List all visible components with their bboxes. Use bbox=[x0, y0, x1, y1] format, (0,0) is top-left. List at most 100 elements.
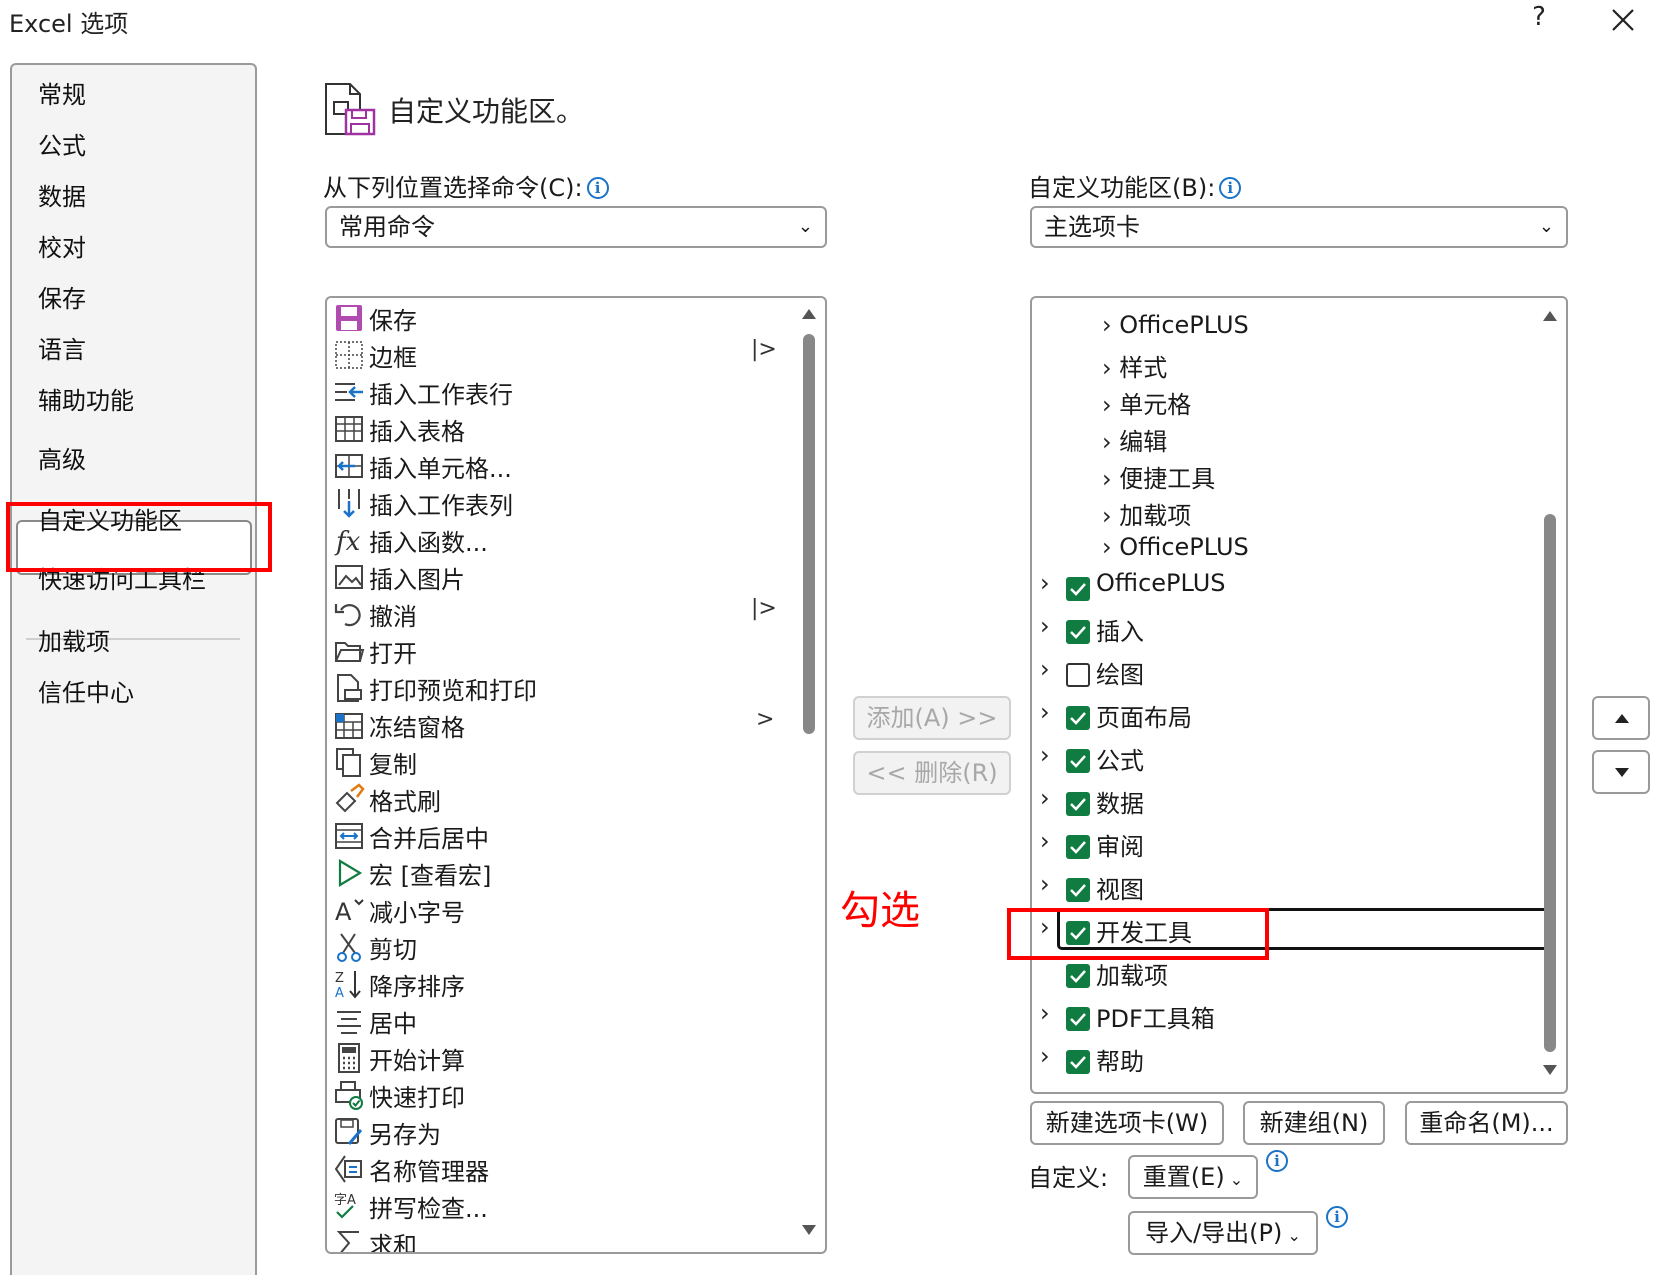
ribbon-tabs-dropdown[interactable]: 主选项卡 ⌄ bbox=[1030, 206, 1568, 248]
tree-tab-review[interactable]: › 审阅 bbox=[1040, 827, 1520, 865]
chevron-right-icon: › bbox=[1102, 428, 1112, 456]
tree-tab-insert[interactable]: › 插入 bbox=[1040, 612, 1520, 650]
chevron-right-icon: › bbox=[1040, 569, 1050, 597]
add-button[interactable]: 添加(A) >> bbox=[853, 696, 1011, 740]
list-item[interactable]: 另存为 bbox=[331, 1114, 771, 1150]
list-item[interactable]: fx 插入函数... bbox=[331, 522, 771, 558]
list-item[interactable]: 剪切 bbox=[331, 929, 771, 965]
tree-group-label: 加载项 bbox=[1119, 502, 1192, 530]
nav-item-language[interactable]: 语言 bbox=[38, 330, 86, 365]
commands-listbox[interactable]: 保存 边框 |> 插入工作表行 插入表格 插入单元格... 插入工作表列 fx … bbox=[325, 296, 827, 1254]
tree-group-item[interactable]: › 便捷工具 bbox=[1102, 459, 1215, 497]
list-item[interactable]: 撤消 |> bbox=[331, 596, 777, 632]
move-up-button[interactable] bbox=[1592, 696, 1650, 740]
ribbon-tree[interactable]: › OfficePLUS › 样式 › 单元格 › 编辑 › 便捷工具 › 加载… bbox=[1030, 296, 1568, 1094]
list-item[interactable]: 插入单元格... bbox=[331, 448, 771, 484]
checkbox-checked[interactable] bbox=[1066, 792, 1090, 816]
list-item[interactable]: 打开 bbox=[331, 633, 771, 669]
checkbox-checked[interactable] bbox=[1066, 749, 1090, 773]
nav-item-advanced[interactable]: 高级 bbox=[38, 440, 86, 475]
checkbox-checked[interactable] bbox=[1066, 577, 1090, 601]
tree-group-label: OfficePLUS bbox=[1119, 533, 1249, 561]
list-item[interactable]: ZA 降序排序 bbox=[331, 966, 771, 1002]
nav-item-trust-center[interactable]: 信任中心 bbox=[38, 673, 134, 708]
commands-scrollbar[interactable] bbox=[801, 298, 817, 1252]
highlight-box-developer bbox=[1007, 908, 1269, 960]
list-item[interactable]: 居中 bbox=[331, 1003, 771, 1039]
info-icon[interactable]: i bbox=[1219, 177, 1242, 199]
checkbox-checked[interactable] bbox=[1066, 1007, 1090, 1031]
checkbox-checked[interactable] bbox=[1066, 878, 1090, 902]
list-item[interactable]: 合并后居中 bbox=[331, 818, 771, 854]
scroll-down-icon[interactable] bbox=[801, 1224, 817, 1238]
tree-tab-page-layout[interactable]: › 页面布局 bbox=[1040, 698, 1520, 736]
tree-tab-pdf-toolbox[interactable]: › PDF工具箱 bbox=[1040, 999, 1520, 1037]
close-icon[interactable] bbox=[1607, 4, 1639, 36]
list-item[interactable]: 插入工作表行 bbox=[331, 374, 771, 410]
checkbox-checked[interactable] bbox=[1066, 1050, 1090, 1074]
tree-tab-formulas[interactable]: › 公式 bbox=[1040, 741, 1520, 779]
list-item[interactable]: 插入图片 bbox=[331, 559, 771, 595]
checkbox-checked[interactable] bbox=[1066, 620, 1090, 644]
import-export-button[interactable]: 导入/导出(P) ⌄ bbox=[1128, 1211, 1318, 1255]
list-item[interactable]: 插入表格 bbox=[331, 411, 771, 447]
scroll-up-icon[interactable] bbox=[801, 306, 817, 320]
tree-tab-draw[interactable]: › 绘图 bbox=[1040, 655, 1520, 693]
help-button[interactable]: ? bbox=[1524, 2, 1554, 32]
move-down-button[interactable] bbox=[1592, 750, 1650, 794]
info-icon[interactable]: i bbox=[1266, 1150, 1288, 1172]
nav-item-accessibility[interactable]: 辅助功能 bbox=[38, 381, 134, 416]
reset-dropdown-button[interactable]: 重置(E) ⌄ bbox=[1128, 1155, 1258, 1199]
tree-tab-help[interactable]: › 帮助 bbox=[1040, 1042, 1520, 1080]
list-item[interactable]: 保存 bbox=[331, 300, 771, 336]
nav-item-save[interactable]: 保存 bbox=[38, 279, 86, 314]
nav-item-data[interactable]: 数据 bbox=[38, 177, 86, 212]
nav-item-formulas[interactable]: 公式 bbox=[38, 126, 86, 161]
tree-group-item[interactable]: › 单元格 bbox=[1102, 385, 1191, 423]
list-item[interactable]: 打印预览和打印 bbox=[331, 670, 771, 706]
tree-group-item[interactable]: › 样式 bbox=[1102, 348, 1167, 386]
tree-group-item[interactable]: › 编辑 bbox=[1102, 422, 1167, 460]
info-icon[interactable]: i bbox=[1326, 1206, 1348, 1228]
svg-text:A: A bbox=[335, 986, 344, 1000]
nav-item-general[interactable]: 常规 bbox=[38, 75, 86, 110]
list-item[interactable]: 冻结窗格 > bbox=[331, 707, 774, 743]
remove-button[interactable]: << 删除(R) bbox=[853, 751, 1011, 795]
scroll-up-icon[interactable] bbox=[1542, 308, 1558, 322]
tree-group-item[interactable]: › OfficePLUS bbox=[1102, 311, 1249, 349]
commands-source-dropdown[interactable]: 常用命令 ⌄ bbox=[325, 206, 827, 248]
list-item[interactable]: 格式刷 bbox=[331, 781, 771, 817]
tree-tab-addins[interactable]: 加载项 bbox=[1040, 956, 1520, 994]
rename-button[interactable]: 重命名(M)... bbox=[1405, 1101, 1568, 1145]
checkbox-checked[interactable] bbox=[1066, 964, 1090, 988]
list-item[interactable]: 求和 bbox=[331, 1225, 771, 1252]
nav-item-proofing[interactable]: 校对 bbox=[38, 228, 86, 263]
nav-item-addins[interactable]: 加载项 bbox=[38, 622, 110, 657]
list-item[interactable]: 名称管理器 bbox=[331, 1151, 771, 1187]
list-item-label: 宏 [查看宏] bbox=[369, 862, 492, 890]
list-item[interactable]: 快速打印 bbox=[331, 1077, 771, 1113]
checkbox-unchecked[interactable] bbox=[1066, 663, 1090, 687]
new-tab-button[interactable]: 新建选项卡(W) bbox=[1030, 1101, 1224, 1145]
list-item[interactable]: 开始计算 bbox=[331, 1040, 771, 1076]
checkbox-checked[interactable] bbox=[1066, 706, 1090, 730]
tree-tab-data[interactable]: › 数据 bbox=[1040, 784, 1520, 822]
scrollbar-thumb[interactable] bbox=[803, 334, 815, 734]
list-item[interactable]: 边框 |> bbox=[331, 337, 777, 373]
tree-group-item[interactable]: › OfficePLUS bbox=[1102, 533, 1249, 571]
info-icon[interactable]: i bbox=[586, 177, 609, 199]
tree-tab-view[interactable]: › 视图 bbox=[1040, 870, 1520, 908]
ribbon-tree-scrollbar[interactable] bbox=[1542, 298, 1558, 1092]
tree-tab-label: 视图 bbox=[1096, 876, 1144, 904]
new-group-button[interactable]: 新建组(N) bbox=[1243, 1101, 1385, 1145]
list-item[interactable]: 复制 bbox=[331, 744, 771, 780]
list-item[interactable]: 字A 拼写检查... bbox=[331, 1188, 771, 1224]
scrollbar-thumb[interactable] bbox=[1544, 514, 1556, 1052]
list-item[interactable]: A 减小字号 bbox=[331, 892, 771, 928]
tree-tab-officeplus[interactable]: › OfficePLUS bbox=[1040, 569, 1520, 607]
tree-group-item[interactable]: › 加载项 bbox=[1102, 496, 1191, 534]
list-item[interactable]: 宏 [查看宏] bbox=[331, 855, 771, 891]
checkbox-checked[interactable] bbox=[1066, 835, 1090, 859]
scroll-down-icon[interactable] bbox=[1542, 1064, 1558, 1078]
list-item[interactable]: 插入工作表列 bbox=[331, 485, 771, 521]
